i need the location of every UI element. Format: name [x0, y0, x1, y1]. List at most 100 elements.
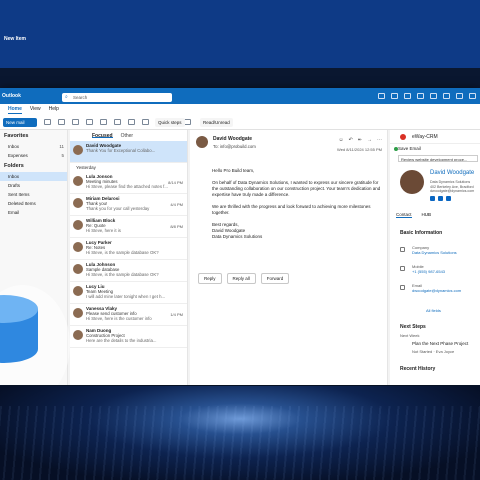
avatar — [73, 220, 83, 230]
message-list: Focused Other David Woodgate Thank You f… — [70, 130, 188, 385]
folder-drafts[interactable]: Drafts — [0, 181, 67, 190]
folder-deleted[interactable]: Deleted Items — [0, 199, 67, 208]
message-header: David Woodgate To: info@probuild.com ☺ ↶… — [194, 134, 384, 154]
calendar-icon[interactable] — [391, 93, 398, 99]
lightbulb-icon[interactable] — [430, 93, 437, 99]
favorites-header[interactable]: Favorites — [0, 130, 67, 142]
folders-header[interactable]: Folders — [0, 160, 67, 172]
reply-all-icon[interactable] — [128, 119, 135, 125]
teams-icon[interactable] — [438, 196, 443, 201]
tab-contact[interactable]: Contact — [396, 212, 412, 218]
review-task-link[interactable]: Review website development proce... — [398, 155, 478, 162]
delete-icon[interactable] — [44, 119, 51, 125]
folder-label: Email — [8, 210, 20, 215]
email-icon[interactable] — [446, 196, 451, 201]
field-value[interactable]: +1 (555) 987-6543 — [412, 269, 445, 274]
avatar — [73, 198, 83, 208]
message-time: 1/4 PM — [170, 312, 183, 317]
recent-history-header: Recent History — [400, 366, 436, 372]
list-item[interactable]: Lucy Liu Team Meeting I will add mine late… — [70, 282, 187, 304]
forward-icon[interactable] — [142, 119, 149, 125]
folder-label: Inbox — [8, 174, 20, 179]
all-fields-link[interactable]: All fields — [426, 308, 441, 313]
teams-icon[interactable] — [378, 93, 385, 99]
read-unread-button[interactable]: Read/Unread — [200, 118, 233, 127]
avatar — [73, 145, 83, 155]
folder-inbox[interactable]: Inbox — [0, 172, 67, 181]
linkedin-icon[interactable] — [430, 196, 435, 201]
app-title: Outlook — [2, 93, 21, 99]
list-item[interactable]: Lucy Parker Re: Notes Hi Steve, is the sam… — [70, 238, 187, 260]
save-email-button[interactable]: Save Email — [398, 146, 421, 151]
reading-pane: David Woodgate To: info@probuild.com ☺ ↶… — [190, 130, 388, 385]
gear-icon[interactable] — [417, 93, 424, 99]
reply-icon[interactable]: ↶ — [349, 137, 353, 143]
favorite-expenses[interactable]: Expenses 5 — [0, 151, 67, 160]
list-item[interactable]: Lula Jonson Meeting minutes Hi Steve, plea… — [70, 172, 187, 194]
header-actions: ☺ ↶ ↞ → ⋯ — [338, 137, 382, 143]
bell-icon[interactable] — [404, 93, 411, 99]
emoji-icon[interactable]: ☺ — [338, 137, 343, 143]
list-item[interactable]: William Block Re: Quote Hi Steve, here it … — [70, 216, 187, 238]
sweep-icon[interactable] — [86, 119, 93, 125]
sender-name[interactable]: David Woodgate — [213, 136, 252, 142]
move-icon[interactable] — [100, 119, 107, 125]
tag-icon[interactable] — [184, 119, 191, 125]
tab-focused[interactable]: Focused — [92, 133, 113, 139]
menu-view[interactable]: View — [30, 104, 41, 114]
crm-tabs: Contact HUB — [396, 212, 431, 218]
avatar — [73, 308, 83, 318]
reply-all-icon[interactable]: ↞ — [358, 137, 362, 143]
maximize-icon[interactable] — [456, 93, 463, 99]
building-icon — [400, 247, 405, 252]
ribbon: New mail Quick steps Read/Unread — [0, 114, 480, 130]
menu-home[interactable]: Home — [8, 104, 22, 114]
forward-button[interactable]: Forward — [260, 273, 290, 284]
folder-sent[interactable]: Sent Items — [0, 190, 67, 199]
message-preview: Here are the details to the industria... — [86, 338, 157, 343]
reply-icon[interactable] — [114, 119, 121, 125]
contact-address: Data Dynamics Solutions 402 Berkeley Ave… — [430, 180, 474, 194]
address-line: dwoodgate@dynamics.com — [430, 189, 475, 193]
folder-label: Expenses — [8, 153, 28, 158]
tab-other[interactable]: Other — [121, 133, 134, 139]
task-title[interactable]: Plan the Next Phase Project — [412, 341, 468, 346]
report-icon[interactable] — [72, 119, 79, 125]
next-week-label: Next Week — [400, 333, 420, 338]
message-date: Wed 8/11/2024 12:55 PM — [337, 147, 382, 152]
new-mail-button[interactable]: New mail — [3, 118, 37, 127]
close-icon[interactable] — [469, 93, 476, 99]
list-item[interactable]: David Woodgate Thank You for Exceptional… — [70, 141, 187, 163]
group-header[interactable]: Yesterday — [70, 163, 187, 172]
menu-help[interactable]: Help — [49, 104, 59, 114]
archive-icon[interactable] — [58, 119, 65, 125]
reply-all-button[interactable]: Reply all — [226, 273, 256, 284]
new-item-label[interactable]: New Item — [4, 36, 26, 42]
tab-hub[interactable]: HUB — [422, 212, 432, 218]
folder-label: Deleted Items — [8, 201, 36, 206]
crm-header: eWay-CRM — [390, 130, 480, 144]
paragraph: We are thrilled with the progress and lo… — [212, 204, 371, 215]
search-input[interactable]: ⌕ Search — [62, 93, 172, 102]
field-value[interactable]: dwoodgate@dynamics.com — [412, 288, 461, 293]
contact-name[interactable]: David Woodgate — [430, 170, 474, 176]
basic-info-header: Basic Information — [400, 230, 443, 236]
reply-button[interactable]: Reply — [198, 273, 222, 284]
quick-steps-button[interactable]: Quick steps — [155, 118, 185, 127]
field-value[interactable]: Data Dynamics Solutions — [412, 250, 457, 255]
list-item[interactable]: Lula Johnson Sample database Hi Steve, is … — [70, 260, 187, 282]
folder-email[interactable]: Email — [0, 208, 67, 217]
contact-photo — [400, 170, 424, 194]
list-item[interactable]: Miriam Delarosi Thank you! Thank you for y… — [70, 194, 187, 216]
avatar — [73, 286, 83, 296]
minimize-icon[interactable] — [443, 93, 450, 99]
unread-count: 5 — [61, 153, 64, 158]
task-meta: Not Started · Eva Joyce — [412, 349, 455, 354]
recipient: To: info@probuild.com — [213, 144, 256, 149]
list-item[interactable]: Vanessa Vlaky Please send customer info Hi… — [70, 304, 187, 326]
more-icon[interactable]: ⋯ — [377, 137, 382, 143]
forward-icon[interactable]: → — [367, 137, 372, 143]
favorite-inbox[interactable]: Inbox 11 — [0, 142, 67, 151]
list-item[interactable]: Nam Duong Construction Project Here are th… — [70, 326, 187, 348]
search-placeholder: Search — [73, 95, 88, 100]
